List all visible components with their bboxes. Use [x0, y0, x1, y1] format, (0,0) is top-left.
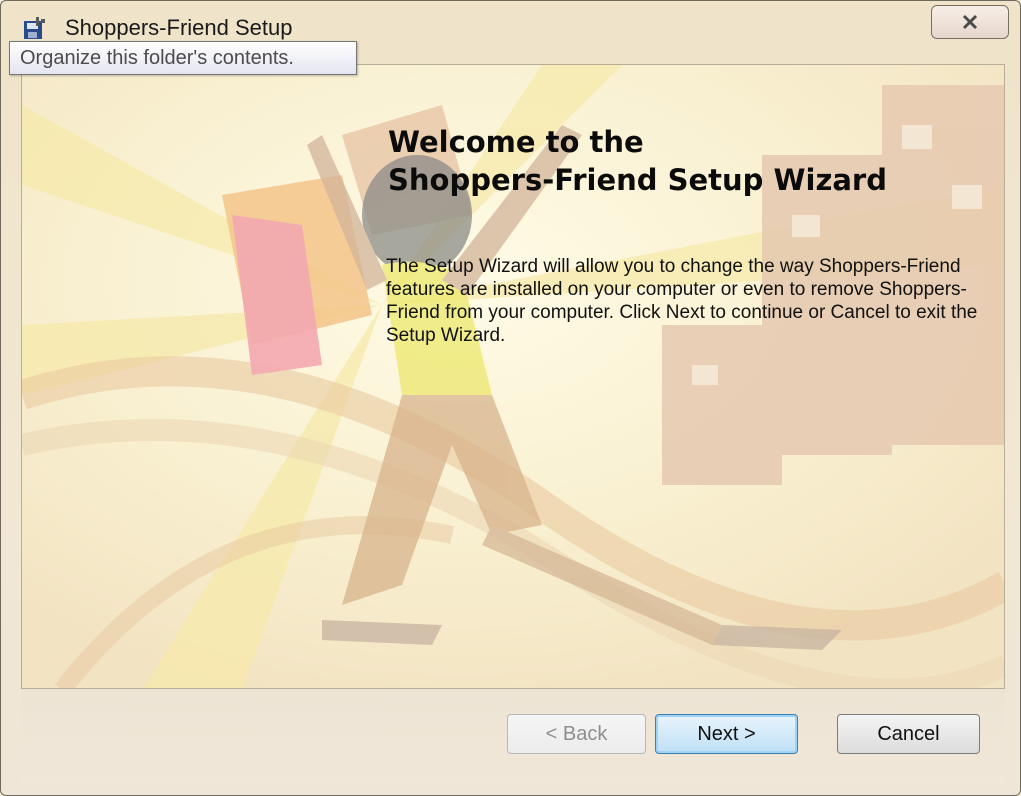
wizard-description: The Setup Wizard will allow you to chang…: [386, 256, 978, 346]
back-button[interactable]: < Back: [507, 714, 646, 754]
tooltip: Organize this folder's contents.: [9, 41, 357, 75]
button-bar: < Back Next > Cancel: [21, 689, 1005, 785]
wizard-heading-line2: Shoppers-Friend Setup Wizard: [388, 163, 887, 197]
installer-disk-icon: [24, 17, 45, 39]
wizard-heading-line1: Welcome to the: [388, 125, 644, 159]
setup-window: Shoppers-Friend Setup Organize this fold…: [0, 0, 1021, 796]
window-title: Shoppers-Friend Setup: [65, 15, 293, 40]
close-button[interactable]: [931, 5, 1009, 39]
close-icon: [962, 14, 978, 30]
wizard-panel: Welcome to the Shoppers-Friend Setup Wiz…: [21, 64, 1005, 689]
wizard-heading: Welcome to the Shoppers-Friend Setup Wiz…: [388, 123, 988, 199]
next-button[interactable]: Next >: [655, 714, 798, 754]
cancel-button[interactable]: Cancel: [837, 714, 980, 754]
